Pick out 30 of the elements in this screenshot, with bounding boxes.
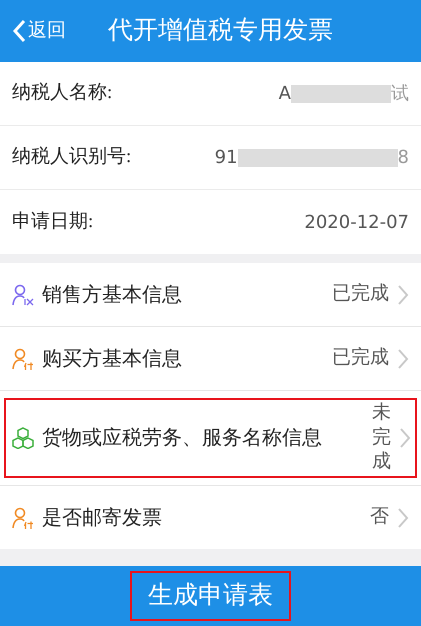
field-value: A: [278, 82, 291, 106]
person-icon: [12, 348, 34, 370]
section-row[interactable]: 货物或应税劳务、服务名称信息 未完成: [4, 398, 417, 478]
section-row[interactable]: 购买方基本信息 已完成: [0, 327, 421, 390]
chevron-icon: [397, 348, 409, 370]
cubes-icon: [12, 427, 34, 449]
field-label: 纳税人识别号:: [12, 145, 132, 170]
field-value: 2020-12-07: [304, 210, 409, 234]
section-label: 购买方基本信息: [42, 346, 183, 372]
field-value: 91: [214, 146, 238, 170]
person-icon: [12, 284, 34, 306]
field-label: 申请日期:: [12, 210, 94, 234]
section-label: 货物或应税劳务、服务名称信息: [42, 426, 323, 451]
section-row[interactable]: 是否邮寄发票 否: [0, 486, 421, 549]
chevron-icon: [399, 427, 411, 449]
status-text: 未完成: [372, 400, 391, 474]
status-text: 否: [370, 505, 389, 530]
section-label: 是否邮寄发票: [42, 506, 163, 530]
chevron-icon: [397, 506, 409, 528]
section-label: 销售方基本信息: [42, 282, 183, 308]
section-row[interactable]: 销售方基本信息 已完成: [0, 263, 421, 326]
status-text: 已完成: [332, 282, 389, 306]
field-value: 8: [398, 146, 409, 170]
status-text: 已完成: [332, 346, 389, 370]
chevron-icon: [397, 284, 409, 306]
person-icon: [12, 506, 34, 528]
field-value: 试: [391, 82, 409, 106]
page-title: 代开增值税专用发票: [108, 16, 333, 46]
field-label: 纳税人名称:: [12, 81, 112, 106]
back-icon: [12, 19, 26, 43]
